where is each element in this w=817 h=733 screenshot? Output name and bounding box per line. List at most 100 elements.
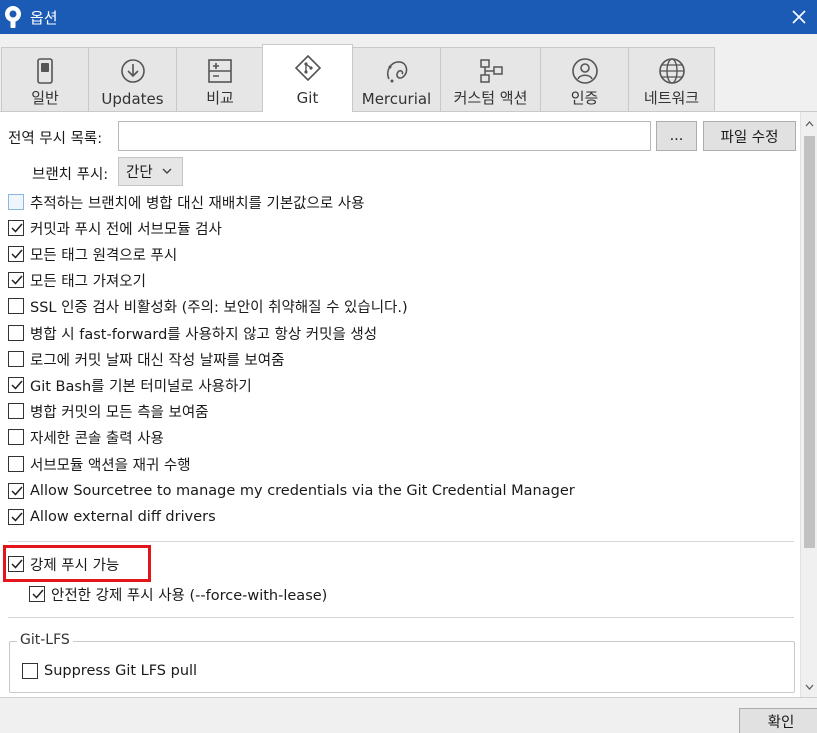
close-icon bbox=[792, 10, 806, 24]
tab-network[interactable]: 네트워크 bbox=[628, 47, 715, 111]
download-icon bbox=[120, 59, 145, 83]
tab-updates[interactable]: Updates bbox=[88, 47, 177, 111]
divider bbox=[8, 541, 794, 542]
option-label: 커밋과 푸시 전에 서브모듈 검사 bbox=[30, 221, 222, 238]
option-credential-manager[interactable]: Allow Sourcetree to manage my credential… bbox=[8, 481, 575, 501]
option-recursive-submodules[interactable]: 서브모듈 액션을 재귀 수행 bbox=[8, 454, 191, 474]
tab-updates-label: Updates bbox=[101, 90, 164, 108]
option-verbose-console[interactable]: 자세한 콘솔 출력 사용 bbox=[8, 427, 164, 447]
divider bbox=[8, 617, 794, 618]
close-button[interactable] bbox=[781, 0, 817, 34]
global-ignore-input[interactable] bbox=[118, 121, 651, 151]
option-label: 서브모듈 액션을 재귀 수행 bbox=[30, 457, 191, 474]
tab-mercurial-label: Mercurial bbox=[361, 90, 432, 108]
vertical-scrollbar[interactable] bbox=[800, 112, 817, 697]
tab-custom-actions[interactable]: 커스텀 액션 bbox=[440, 47, 541, 111]
user-icon bbox=[571, 58, 598, 84]
tab-diff[interactable]: 비교 bbox=[176, 47, 264, 111]
title-bar: 옵션 bbox=[0, 0, 817, 34]
checkbox[interactable] bbox=[8, 194, 24, 210]
checkmark-icon bbox=[11, 275, 23, 285]
tab-general[interactable]: 일반 bbox=[1, 47, 89, 111]
checkbox[interactable] bbox=[8, 483, 24, 499]
checkmark-icon bbox=[11, 380, 23, 390]
option-label: 안전한 강제 푸시 사용 (--force-with-lease) bbox=[51, 587, 328, 604]
tab-custom-actions-label: 커스텀 액션 bbox=[453, 89, 528, 107]
scroll-down-icon[interactable] bbox=[801, 679, 817, 695]
globe-icon bbox=[658, 58, 685, 84]
scrollbar-thumb[interactable] bbox=[804, 136, 815, 548]
tab-general-label: 일반 bbox=[31, 89, 59, 107]
tab-diff-label: 비교 bbox=[206, 89, 234, 107]
browse-button[interactable]: ... bbox=[656, 121, 697, 151]
tab-auth[interactable]: 인증 bbox=[540, 47, 629, 111]
tab-mercurial[interactable]: Mercurial bbox=[352, 47, 441, 111]
checkbox[interactable] bbox=[8, 351, 24, 367]
diff-icon bbox=[208, 59, 232, 83]
checkmark-icon bbox=[11, 486, 23, 496]
branch-push-select[interactable]: 간단 bbox=[118, 157, 183, 186]
checkbox[interactable] bbox=[8, 456, 24, 472]
switch-icon bbox=[37, 58, 53, 84]
git-lfs-legend: Git-LFS bbox=[17, 632, 73, 648]
option-label: Allow external diff drivers bbox=[30, 509, 216, 525]
tab-git-label: Git bbox=[296, 89, 319, 107]
highlight-box bbox=[3, 545, 151, 582]
option-label: 모든 태그 원격으로 푸시 bbox=[30, 247, 178, 264]
checkbox[interactable] bbox=[8, 509, 24, 525]
checkbox[interactable] bbox=[8, 220, 24, 236]
tab-git[interactable]: Git bbox=[262, 44, 353, 112]
option-label: 병합 시 fast-forward를 사용하지 않고 항상 커밋을 생성 bbox=[30, 326, 378, 343]
option-disable-ssl[interactable]: SSL 인증 검사 비활성화 (주의: 보안이 취약해질 수 있습니다.) bbox=[8, 296, 408, 316]
scroll-up-icon[interactable] bbox=[801, 116, 817, 132]
chevron-down-icon bbox=[162, 168, 172, 174]
option-no-fast-forward[interactable]: 병합 시 fast-forward를 사용하지 않고 항상 커밋을 생성 bbox=[8, 323, 377, 343]
branch-push-label: 브랜치 푸시: bbox=[32, 167, 109, 183]
option-label: 모든 태그 가져오기 bbox=[30, 273, 146, 290]
git-lfs-group: Git-LFS Suppress Git LFS pull bbox=[9, 632, 795, 693]
checkbox[interactable] bbox=[8, 246, 24, 262]
option-label: SSL 인증 검사 비활성화 (주의: 보안이 취약해질 수 있습니다.) bbox=[30, 299, 408, 316]
checkmark-icon bbox=[11, 249, 23, 259]
checkbox[interactable] bbox=[29, 586, 45, 602]
checkbox[interactable] bbox=[8, 377, 24, 393]
global-ignore-label: 전역 무시 목록: bbox=[8, 131, 103, 147]
checkmark-icon bbox=[32, 589, 44, 599]
option-fetch-all-tags[interactable]: 모든 태그 가져오기 bbox=[8, 270, 146, 290]
checkbox[interactable] bbox=[8, 325, 24, 341]
tab-strip: 일반 Updates 비교 Git Mercurial 커스텀 액션 인증 네트… bbox=[0, 34, 817, 112]
option-label: 병합 커밋의 모든 측을 보여줌 bbox=[30, 404, 209, 421]
sourcetree-logo-icon bbox=[5, 6, 21, 28]
option-rebase-default[interactable]: 추적하는 브랜치에 병합 대신 재배치를 기본값으로 사용 bbox=[8, 192, 364, 212]
window-title: 옵션 bbox=[30, 9, 58, 27]
option-show-merge-sides[interactable]: 병합 커밋의 모든 측을 보여줌 bbox=[8, 401, 209, 421]
option-label: 로그에 커밋 날짜 대신 작성 날짜를 보여줌 bbox=[30, 352, 285, 369]
ok-button[interactable]: 확인 bbox=[739, 708, 817, 733]
checkbox[interactable] bbox=[8, 403, 24, 419]
option-force-with-lease[interactable]: 안전한 강제 푸시 사용 (--force-with-lease) bbox=[29, 584, 327, 604]
checkbox[interactable] bbox=[8, 429, 24, 445]
option-label: Allow Sourcetree to manage my credential… bbox=[30, 483, 575, 499]
option-external-diff-drivers[interactable]: Allow external diff drivers bbox=[8, 507, 216, 527]
branch-push-value: 간단 bbox=[126, 165, 153, 181]
option-check-submodules[interactable]: 커밋과 푸시 전에 서브모듈 검사 bbox=[8, 218, 222, 238]
checkbox[interactable] bbox=[8, 298, 24, 314]
option-author-date[interactable]: 로그에 커밋 날짜 대신 작성 날짜를 보여줌 bbox=[8, 349, 284, 369]
checkmark-icon bbox=[11, 512, 23, 522]
git-settings-panel: 전역 무시 목록: ... 파일 수정 브랜치 푸시: 간단 추적하는 브랜치에… bbox=[0, 112, 800, 697]
option-label: Git Bash를 기본 터미널로 사용하기 bbox=[30, 378, 252, 395]
custom-actions-icon bbox=[479, 59, 503, 83]
edit-file-button[interactable]: 파일 수정 bbox=[703, 121, 796, 151]
option-push-all-tags[interactable]: 모든 태그 원격으로 푸시 bbox=[8, 244, 177, 264]
dialog-footer: 확인 bbox=[0, 697, 817, 733]
checkbox[interactable] bbox=[8, 272, 24, 288]
mercurial-icon bbox=[386, 61, 407, 83]
git-icon bbox=[294, 54, 321, 82]
option-git-bash-terminal[interactable]: Git Bash를 기본 터미널로 사용하기 bbox=[8, 375, 252, 395]
option-label: 추적하는 브랜치에 병합 대신 재배치를 기본값으로 사용 bbox=[30, 195, 365, 212]
option-label: Suppress Git LFS pull bbox=[44, 663, 198, 679]
tab-auth-label: 인증 bbox=[570, 89, 599, 107]
option-label: 자세한 콘솔 출력 사용 bbox=[30, 430, 164, 447]
option-suppress-lfs-pull[interactable]: Suppress Git LFS pull bbox=[22, 661, 197, 681]
checkbox[interactable] bbox=[22, 663, 38, 679]
